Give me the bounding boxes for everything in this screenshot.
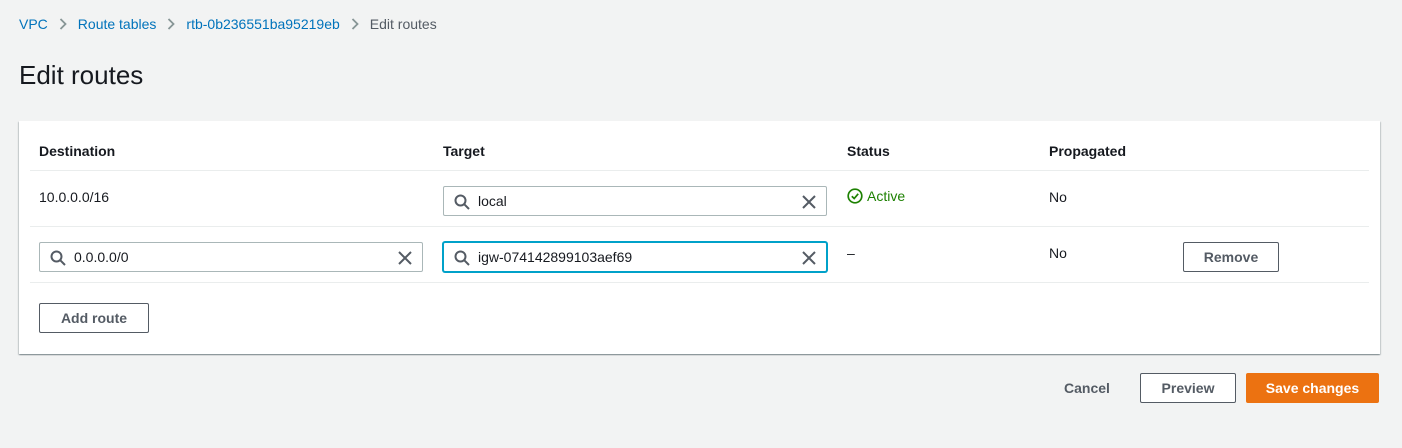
chevron-right-icon bbox=[340, 18, 370, 30]
column-header-destination: Destination bbox=[39, 143, 116, 159]
destination-value: 10.0.0.0/16 bbox=[39, 189, 110, 205]
propagated-value: No bbox=[1049, 189, 1067, 205]
breadcrumb-link-route-tables[interactable]: Route tables bbox=[78, 16, 157, 32]
status-text: Active bbox=[867, 188, 906, 204]
status-value: – bbox=[847, 245, 855, 261]
row-divider bbox=[30, 170, 1369, 171]
breadcrumb-link-route-table-id[interactable]: rtb-0b236551ba95219eb bbox=[186, 16, 339, 32]
target-input[interactable] bbox=[478, 187, 790, 215]
status-badge: Active bbox=[847, 188, 905, 204]
row-divider bbox=[30, 226, 1369, 227]
save-changes-button[interactable]: Save changes bbox=[1246, 373, 1379, 403]
page-title: Edit routes bbox=[19, 60, 144, 90]
breadcrumb: VPC Route tables rtb-0b236551ba95219eb E… bbox=[19, 16, 437, 32]
column-header-propagated: Propagated bbox=[1049, 143, 1127, 159]
destination-input[interactable] bbox=[74, 243, 386, 271]
cancel-button[interactable]: Cancel bbox=[1054, 373, 1120, 403]
add-route-button[interactable]: Add route bbox=[39, 303, 149, 333]
check-circle-icon bbox=[847, 188, 863, 204]
preview-button[interactable]: Preview bbox=[1140, 373, 1236, 403]
search-icon bbox=[454, 250, 470, 266]
clear-icon[interactable] bbox=[802, 251, 816, 265]
search-icon bbox=[454, 194, 470, 210]
clear-icon[interactable] bbox=[398, 251, 412, 265]
chevron-right-icon bbox=[48, 18, 78, 30]
search-icon bbox=[50, 250, 66, 266]
destination-input-wrapper bbox=[39, 242, 423, 272]
target-input-wrapper bbox=[443, 242, 827, 272]
breadcrumb-link-vpc[interactable]: VPC bbox=[19, 16, 48, 32]
clear-icon[interactable] bbox=[802, 195, 816, 209]
breadcrumb-current: Edit routes bbox=[369, 16, 437, 32]
column-header-target: Target bbox=[443, 143, 485, 159]
propagated-value: No bbox=[1049, 245, 1067, 261]
target-input-wrapper bbox=[443, 186, 827, 216]
remove-route-button[interactable]: Remove bbox=[1183, 242, 1279, 272]
row-divider bbox=[30, 282, 1369, 283]
chevron-right-icon bbox=[156, 18, 186, 30]
column-header-status: Status bbox=[847, 143, 890, 159]
routes-panel: Destination Target Status Propagated 10.… bbox=[19, 121, 1380, 354]
target-input[interactable] bbox=[478, 243, 790, 271]
